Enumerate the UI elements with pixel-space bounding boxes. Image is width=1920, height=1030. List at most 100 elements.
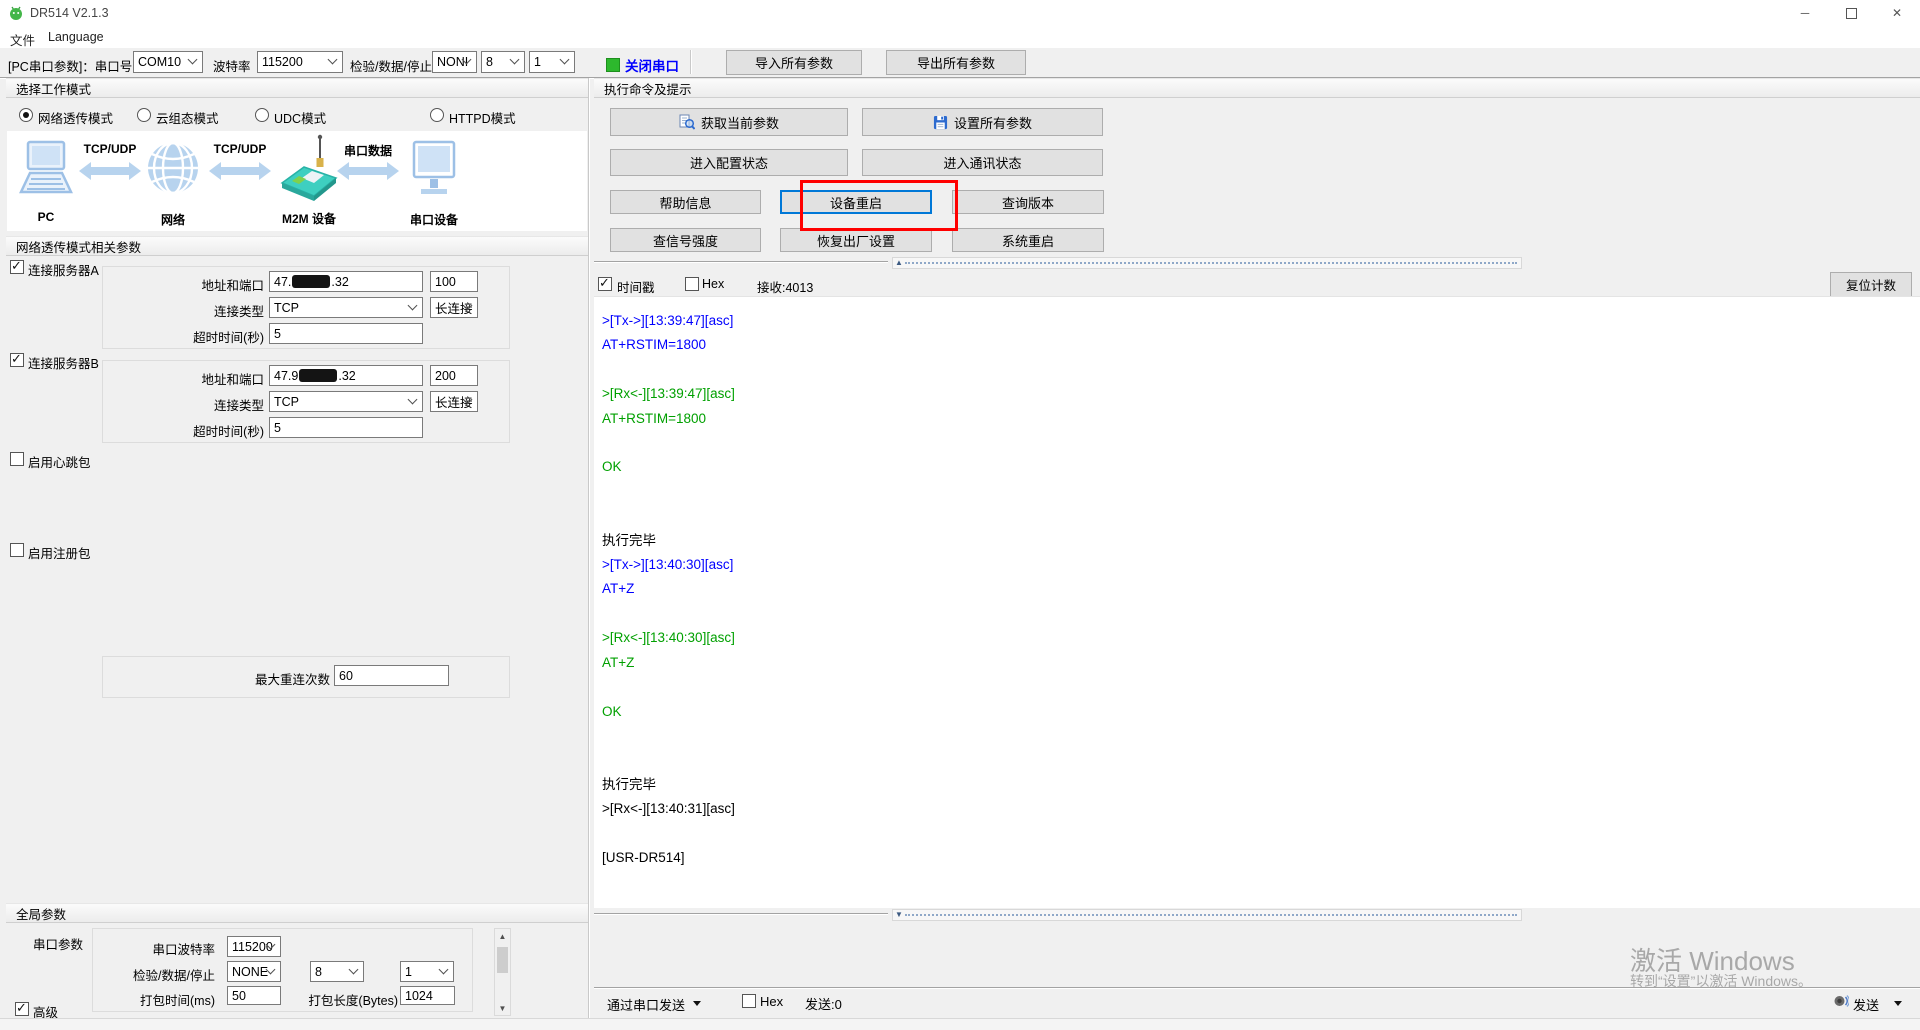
radio-cloud-config[interactable] [137, 108, 151, 122]
signal-strength-button[interactable]: 查信号强度 [610, 228, 761, 252]
hex-recv-checkbox[interactable] [685, 277, 699, 291]
baud-label: 波特率 [213, 60, 251, 74]
timeout-label: 超时时间(秒) [193, 425, 264, 439]
annotation-rectangle [800, 180, 958, 231]
timestamp-label: 时间戳 [617, 281, 655, 295]
scrollbar-thumb[interactable] [497, 947, 508, 973]
send-via-serial-button[interactable]: 通过串口发送 [607, 995, 685, 1014]
server-b-address-input[interactable]: 47.9.32 [269, 365, 423, 386]
speaker-icon [1834, 995, 1849, 1007]
serial-device-label: 串口设备 [409, 213, 458, 227]
terminal-bottom-scrollbar[interactable]: ▼ [892, 909, 1522, 921]
m2m-device-icon [280, 134, 338, 201]
export-params-button[interactable]: 导出所有参数 [886, 50, 1026, 75]
server-b-port-input[interactable]: 200 [430, 365, 478, 386]
server-a-keepalive-select[interactable]: 长连接 [430, 297, 478, 318]
pack-time-input[interactable]: 50 [227, 986, 281, 1005]
conn-type-label: 连接类型 [213, 399, 264, 413]
import-params-button[interactable]: 导入所有参数 [726, 50, 862, 75]
com-port-select[interactable]: COM10 [133, 51, 203, 73]
terminal-line: AT+RSTIM=1800 [602, 337, 707, 353]
server-a-checkbox[interactable] [10, 258, 24, 274]
toolbar-divider [690, 50, 692, 74]
pack-len-input[interactable]: 1024 [400, 986, 455, 1005]
get-params-button[interactable]: 获取当前参数 [610, 108, 848, 136]
send-bar-separator [594, 987, 1920, 989]
global-databits-select[interactable]: 8 [310, 961, 364, 982]
send-button[interactable]: 发送 [1853, 995, 1879, 1014]
databits-select[interactable]: 8 [481, 51, 525, 73]
factory-reset-button[interactable]: 恢复出厂设置 [780, 228, 932, 252]
terminal-top-scrollbar[interactable]: ▲ [892, 257, 1522, 269]
scroll-up-icon[interactable]: ▲ [495, 929, 510, 943]
radio-cloud-config-label: 云组态模式 [156, 112, 219, 126]
heartbeat-checkbox[interactable] [10, 452, 24, 466]
enter-config-button[interactable]: 进入配置状态 [610, 149, 848, 176]
server-a-timeout-input[interactable]: 5 [269, 323, 423, 344]
minimize-button[interactable]: ─ [1782, 0, 1828, 26]
maximize-button[interactable] [1828, 0, 1874, 26]
radio-net-passthrough-label: 网络透传模式 [38, 112, 114, 126]
global-parity-select[interactable]: NONE [227, 961, 281, 982]
terminal-line: >[Rx<-][13:40:31][asc] [602, 801, 735, 817]
set-params-button[interactable]: 设置所有参数 [862, 108, 1103, 136]
left-panel-scrollbar[interactable]: ▲ ▼ [494, 928, 511, 1016]
global-stopbits-select[interactable]: 1 [400, 961, 454, 982]
help-info-button[interactable]: 帮助信息 [610, 190, 761, 214]
network-globe-icon [148, 141, 198, 195]
baud-select[interactable]: 115200 [257, 51, 343, 73]
scroll-down-icon[interactable]: ▼ [495, 1001, 510, 1015]
menu-language[interactable]: Language [48, 30, 104, 44]
splitter-line [594, 913, 888, 915]
dropdown-arrow-icon[interactable] [693, 1001, 701, 1006]
dropdown-arrow-icon[interactable] [1894, 1001, 1902, 1006]
terminal-line: >[Tx->][13:40:30][asc] [602, 557, 734, 573]
max-reconnect-label: 最大重连次数 [254, 673, 330, 687]
radio-udc-mode[interactable] [255, 108, 269, 122]
command-panel-header: 执行命令及提示 [594, 78, 1920, 98]
window-bottom-edge [0, 1018, 1920, 1030]
register-checkbox[interactable] [10, 543, 24, 557]
radio-httpd-mode[interactable] [430, 108, 444, 122]
close-port-button[interactable]: 关闭串口 [625, 55, 679, 75]
enter-comm-button[interactable]: 进入通讯状态 [862, 149, 1103, 176]
server-a-address-input[interactable]: 47. .32 [269, 271, 423, 292]
parity-select[interactable]: NONI [432, 51, 477, 73]
server-b-label: 连接服务器B [28, 357, 99, 371]
server-a-label: 连接服务器A [28, 264, 99, 278]
pack-time-label: 打包时间(ms) [140, 994, 215, 1008]
app-window: DR514 V2.1.3 ─ ✕ 文件 Language [PC串口参数]：串口… [0, 0, 1920, 1030]
global-baud-select[interactable]: 115200 [227, 936, 281, 957]
server-b-timeout-input[interactable]: 5 [269, 417, 423, 438]
server-b-type-select[interactable]: TCP [269, 391, 423, 412]
maximize-icon [1845, 7, 1857, 19]
server-a-port-input[interactable]: 100 [430, 271, 478, 292]
server-a-type-select[interactable]: TCP [269, 297, 423, 318]
query-version-button[interactable]: 查询版本 [952, 190, 1104, 214]
terminal-output[interactable]: >[Tx->][13:39:47][asc] AT+RSTIM=1800 >[Rx… [594, 296, 1920, 908]
system-restart-button[interactable]: 系统重启 [952, 228, 1104, 252]
terminal-line: 执行完毕 [602, 776, 656, 792]
scroll-down-icon[interactable]: ▼ [895, 911, 903, 919]
radio-net-passthrough[interactable] [19, 108, 33, 122]
timestamp-checkbox[interactable] [598, 275, 612, 291]
menu-bar: 文件 Language [0, 26, 1920, 49]
stopbits-select[interactable]: 1 [529, 51, 575, 73]
scrollbar-track[interactable] [904, 262, 1517, 264]
search-doc-icon [679, 114, 695, 130]
hex-send-checkbox[interactable] [742, 994, 756, 1008]
pc-serial-label: [PC串口参数]：串口号 [8, 60, 133, 74]
menu-file[interactable]: 文件 [10, 30, 35, 49]
reset-count-button[interactable]: 复位计数 [1830, 272, 1912, 297]
scroll-up-icon[interactable]: ▲ [895, 259, 903, 267]
advanced-checkbox[interactable] [15, 1000, 29, 1016]
close-button[interactable]: ✕ [1874, 0, 1920, 26]
server-b-keepalive-select[interactable]: 长连接 [430, 391, 478, 412]
scrollbar-track[interactable] [904, 914, 1517, 916]
server-b-checkbox[interactable] [10, 351, 24, 367]
max-reconnect-input[interactable]: 60 [334, 665, 449, 686]
